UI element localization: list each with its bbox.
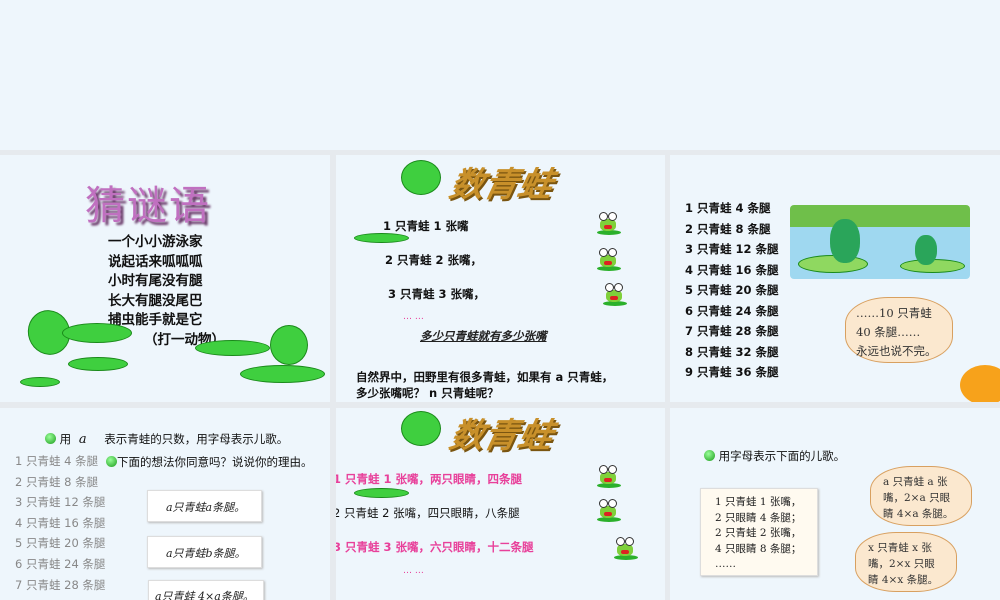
- frog-icon: [614, 537, 638, 560]
- lotus-leaf-icon: [20, 377, 60, 387]
- ellipsis: … …: [403, 312, 424, 322]
- note-card: a只青蛙b条腿。: [147, 536, 262, 568]
- frog-icon: [597, 212, 621, 235]
- bubble-line: 40 条腿……: [856, 325, 921, 339]
- rhyme-line: 1 只青蛙 1 张嘴: [383, 219, 469, 233]
- frog-icon: [915, 235, 937, 265]
- slide-frog-legs[interactable]: 1 只青蛙 4 条腿 2 只青蛙 8 条腿 3 只青蛙 12 条腿 4 只青蛙 …: [670, 155, 1000, 402]
- note-line: ……: [715, 558, 736, 570]
- question-text: 多少张嘴呢？ n 只青蛙呢？: [356, 386, 499, 400]
- orange-decoration-icon: [960, 365, 1000, 402]
- prompt: 用字母表示下面的儿歌。: [704, 448, 845, 464]
- lotus-leaf-icon: [240, 365, 325, 383]
- ellipsis: … …: [403, 566, 424, 576]
- lotus-leaf-icon: [798, 255, 868, 273]
- lotus-leaf-icon: [354, 488, 409, 498]
- legs-line: 2 只青蛙 8 条腿: [685, 221, 771, 236]
- frog-icon: [597, 248, 621, 271]
- frog-icon: [597, 465, 621, 488]
- lotus-leaf-icon: [354, 233, 409, 243]
- riddle-line: 说起话来呱呱呱: [108, 253, 203, 270]
- rhyme-note: 1 只青蛙 1 张嘴， 2 只眼睛 4 条腿； 2 只青蛙 2 张嘴， 4 只眼…: [700, 488, 818, 576]
- legs-line: 2 只青蛙 8 条腿: [15, 474, 99, 489]
- frogs-pond-illustration: [790, 205, 970, 279]
- riddle-line: 一个小小游泳家: [108, 234, 203, 250]
- rhyme-line: 2 只青蛙 2 张嘴，四只眼睛，八条腿: [336, 506, 520, 520]
- note-line: 4 只眼睛 8 条腿；: [715, 542, 802, 555]
- speech-bubble: ……10 只青蛙 40 条腿…… 永远也说不完。: [845, 297, 953, 363]
- rhyme-line: 1 只青蛙 1 张嘴，两只眼睛，四条腿: [336, 472, 523, 486]
- thought-bubble: a 只青蛙 a 张 嘴，2×a 只眼 睛 4×a 条腿。: [870, 466, 972, 526]
- legs-line: 9 只青蛙 36 条腿: [685, 365, 779, 379]
- bubble-line: 永远也说不完。: [856, 344, 937, 358]
- legs-line: 6 只青蛙 24 条腿: [15, 556, 106, 571]
- note-line: 2 只青蛙 2 张嘴，: [715, 527, 802, 539]
- legs-line: 4 只青蛙 16 条腿: [15, 515, 106, 530]
- legs-list: 1 只青蛙 4 条腿 2 只青蛙 8 条腿 3 只青蛙 12 条腿 4 只青蛙 …: [685, 198, 779, 383]
- slide-count-frogs[interactable]: 数青蛙 1 只青蛙 1 张嘴 2 只青蛙 2 张嘴， 3 只青蛙 3 张嘴， ……: [336, 155, 665, 402]
- note-card: a只青蛙a条腿。: [147, 490, 262, 522]
- slide-riddle[interactable]: 猜谜语 一个小小游泳家 说起话来呱呱呱 小时有尾没有腿 长大有腿没尾巴 捕虫能手…: [0, 155, 330, 402]
- legs-line: 1 只青蛙 4 条腿: [15, 454, 99, 468]
- legs-line: 4 只青蛙 16 条腿: [685, 262, 779, 277]
- lotus-leaf-icon: [195, 340, 270, 356]
- summary-text: 多少只青蛙就有多少张嘴: [420, 329, 547, 343]
- slide-letter-expression[interactable]: 用字母表示下面的儿歌。 1 只青蛙 1 张嘴， 2 只眼睛 4 条腿； 2 只青…: [670, 408, 1000, 600]
- bubble-line: 嘴，2×x 只眼: [868, 558, 935, 570]
- lotus-leaf-icon: [68, 357, 128, 371]
- green-bullet-icon: [106, 456, 117, 467]
- riddle-line: 长大有腿没尾巴: [108, 292, 203, 309]
- bubble-line: x 只青蛙 x 张: [868, 542, 932, 554]
- bubble-line: a 只青蛙 a 张: [883, 476, 948, 488]
- bubble-line: ……10 只青蛙: [856, 306, 932, 320]
- green-bullet-icon: [704, 450, 715, 461]
- slide-title: 数青蛙: [446, 416, 557, 456]
- prompt-text: 下面的想法你同意吗？说说你的理由。: [117, 455, 313, 469]
- legs-line: 8 只青蛙 32 条腿: [685, 344, 779, 359]
- lotus-leaf-icon: [270, 325, 308, 365]
- slide-count-frogs-2[interactable]: 数青蛙 1 只青蛙 1 张嘴，两只眼睛，四条腿 2 只青蛙 2 张嘴，四只眼睛，…: [336, 408, 665, 600]
- variable-a: a: [78, 432, 87, 447]
- bubble-line: 嘴，2×a 只眼: [883, 492, 951, 504]
- slide-letter-rhyme[interactable]: 用 a 表示青蛙的只数，用字母表示儿歌。 1 只青蛙 4 条腿 2 只青蛙 8 …: [0, 408, 330, 600]
- frog-icon: [830, 219, 860, 263]
- prompt-text: 用字母表示下面的儿歌。: [718, 449, 846, 463]
- rhyme-line: 3 只青蛙 3 张嘴，: [388, 287, 486, 301]
- bubble-line: 睛 4×a 条腿。: [883, 508, 954, 520]
- rhyme-line: 3 只青蛙 3 张嘴，六只眼睛，十二条腿: [336, 540, 534, 554]
- green-bullet-icon: [45, 433, 56, 444]
- thought-bubble: x 只青蛙 x 张 嘴，2×x 只眼 睛 4×x 条腿。: [855, 532, 957, 592]
- prompt2: 下面的想法你同意吗？说说你的理由。: [106, 454, 313, 470]
- legs-line: 7 只青蛙 28 条腿: [15, 577, 106, 592]
- note-card: a只青蛙 4×a条腿。: [148, 580, 264, 600]
- rhyme-line: 2 只青蛙 2 张嘴，: [385, 253, 483, 267]
- lotus-leaf-icon: [401, 160, 441, 195]
- riddle-line: 小时有尾没有腿: [108, 273, 203, 289]
- lotus-leaf-icon: [401, 411, 441, 446]
- legs-line: 3 只青蛙 12 条腿: [15, 495, 106, 510]
- legs-list: 1 只青蛙 4 条腿 2 只青蛙 8 条腿 3 只青蛙 12 条腿 4 只青蛙 …: [15, 451, 105, 595]
- frog-icon: [597, 499, 621, 522]
- riddle-title: 猜谜语: [85, 183, 211, 229]
- frog-icon: [603, 283, 627, 306]
- prompt: 用 a 表示青蛙的只数，用字母表示儿歌。: [45, 431, 288, 447]
- legs-line: 7 只青蛙 28 条腿: [685, 324, 779, 338]
- lotus-leaf-icon: [62, 323, 132, 343]
- question-text: 自然界中，田野里有很多青蛙，如果有 a 只青蛙，: [356, 370, 614, 384]
- note-line: 2 只眼睛 4 条腿；: [715, 511, 802, 524]
- blank-area: [0, 0, 1000, 150]
- legs-line: 3 只青蛙 12 条腿: [685, 242, 779, 256]
- note-line: 1 只青蛙 1 张嘴，: [715, 496, 802, 508]
- bubble-line: 睛 4×x 条腿。: [868, 574, 939, 586]
- prompt-text: 表示青蛙的只数，用字母表示儿歌。: [104, 432, 289, 446]
- legs-line: 1 只青蛙 4 条腿: [685, 201, 771, 215]
- prompt-text: 用: [59, 432, 72, 446]
- legs-line: 6 只青蛙 24 条腿: [685, 303, 779, 318]
- slide-title: 数青蛙: [446, 165, 557, 205]
- legs-line: 5 只青蛙 20 条腿: [685, 283, 779, 297]
- legs-line: 5 只青蛙 20 条腿: [15, 536, 106, 551]
